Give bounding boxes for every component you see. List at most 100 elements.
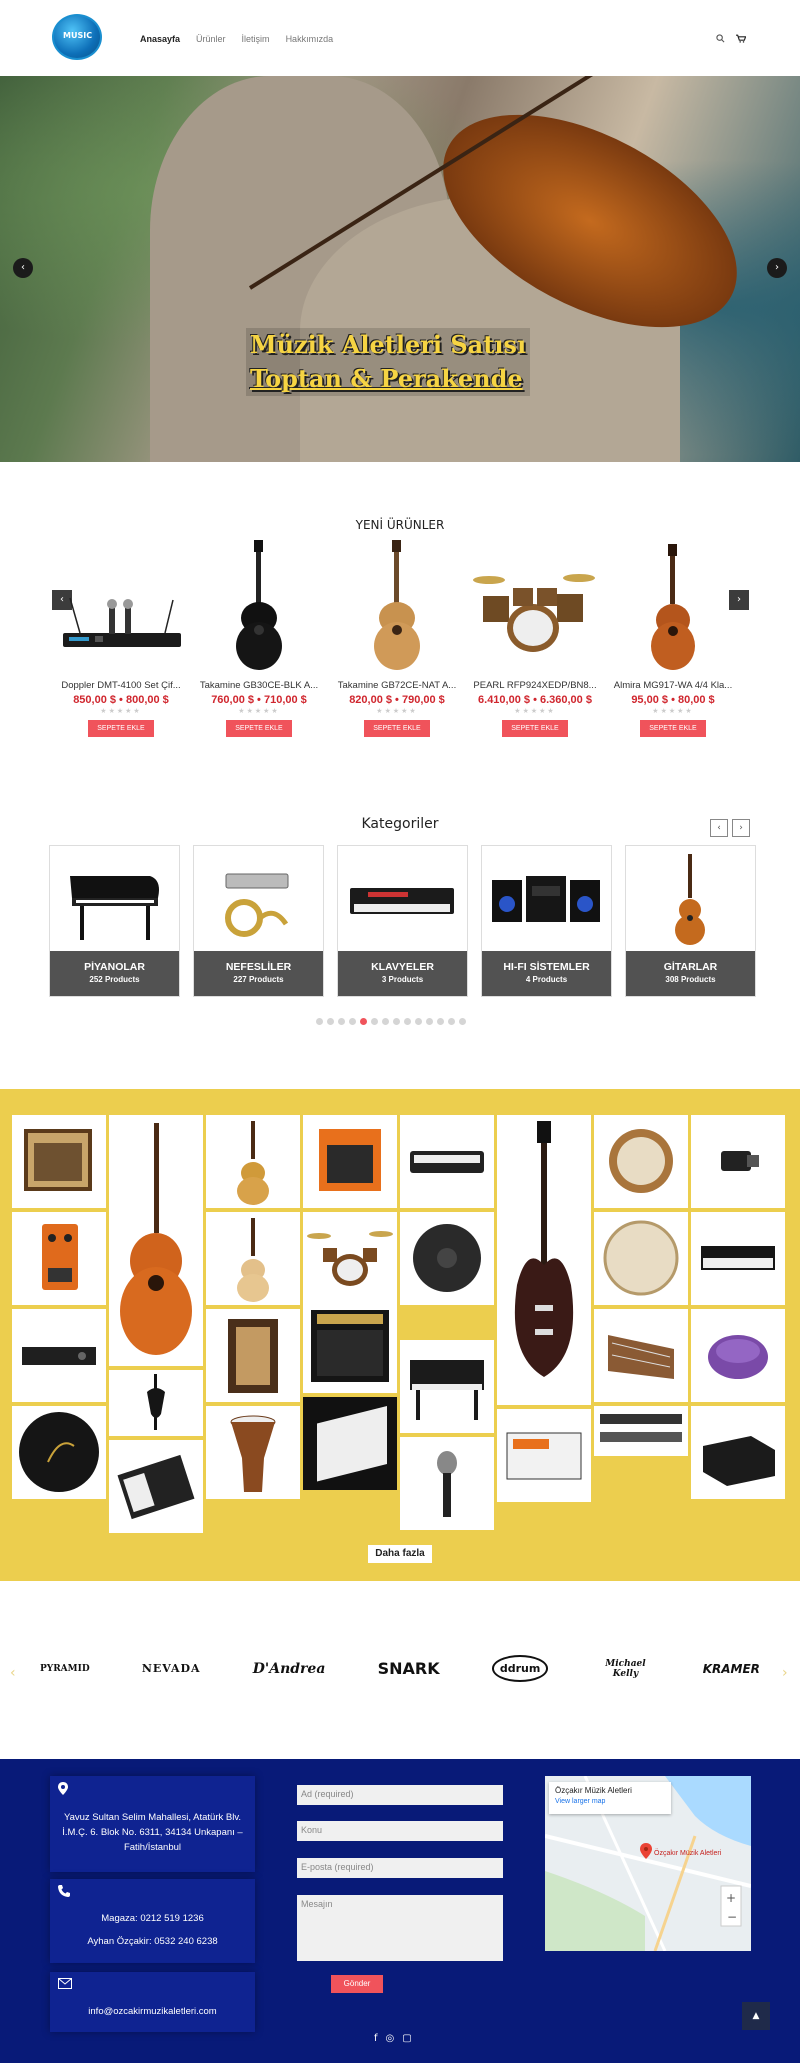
mobile-phone[interactable]: Ayhan Özçakir: 0532 240 6238 — [60, 1934, 245, 1949]
gallery-tile-djembe[interactable] — [206, 1406, 300, 1499]
site-logo[interactable]: MUSIC — [52, 14, 102, 60]
gallery-tile-tambourine[interactable] — [594, 1115, 688, 1208]
categories-next-button[interactable]: › — [732, 819, 750, 837]
product-image[interactable] — [469, 538, 601, 678]
gallery-tile-digital-piano[interactable] — [400, 1340, 494, 1433]
carousel-dot[interactable] — [437, 1018, 444, 1025]
send-button[interactable]: Gönder — [331, 1975, 383, 1993]
hero-next-button[interactable]: › — [767, 258, 787, 278]
gallery-tile-microphone[interactable] — [400, 1437, 494, 1530]
message-field[interactable]: Mesajın — [297, 1895, 503, 1961]
product-name[interactable]: Takamine GB30CE-BLK A... — [193, 680, 325, 691]
category-card[interactable]: NEFESLİLER 227 Products — [193, 845, 324, 997]
product-card[interactable]: Takamine GB72CE-NAT A... 820,00 $ • 790,… — [331, 538, 463, 758]
carousel-dot[interactable] — [327, 1018, 334, 1025]
gallery-tile-rack-unit[interactable] — [594, 1406, 688, 1456]
carousel-dot[interactable] — [316, 1018, 323, 1025]
carousel-dot[interactable] — [338, 1018, 345, 1025]
category-card[interactable]: PİYANOLAR 252 Products — [49, 845, 180, 997]
gallery-tile-accordion[interactable] — [109, 1440, 203, 1533]
nav-item-products[interactable]: Ürünler — [196, 34, 226, 44]
instagram-icon[interactable]: ▢ — [402, 2033, 411, 2044]
gallery-tile-electric-violin[interactable] — [109, 1370, 203, 1436]
gallery-tile-receiver[interactable] — [12, 1309, 106, 1402]
store-phone[interactable]: Magaza: 0212 519 1236 — [60, 1911, 245, 1926]
gallery-tile-piano-keys[interactable] — [303, 1397, 397, 1490]
category-card[interactable]: HI-FI SİSTEMLER 4 Products — [481, 845, 612, 997]
product-card[interactable]: Doppler DMT-4100 Set Çif... 850,00 $ • 8… — [55, 538, 187, 758]
gallery-tile-acoustic-guitar[interactable] — [206, 1115, 300, 1208]
gallery-tile-tongue-drum[interactable] — [691, 1309, 785, 1402]
add-to-cart-button[interactable]: SEPETE EKLE — [364, 720, 430, 737]
nav-item-contact[interactable]: İletişim — [242, 34, 270, 44]
gallery-tile-classical-guitar[interactable] — [109, 1115, 203, 1366]
gallery-tile-orange-head[interactable] — [497, 1409, 591, 1502]
category-card[interactable]: GİTARLAR 308 Products — [625, 845, 756, 997]
nav-item-home[interactable]: Anasayfa — [140, 34, 180, 44]
scroll-to-top-button[interactable]: ▲ — [742, 2002, 770, 2030]
gallery-tile-orange-amp[interactable] — [303, 1115, 397, 1208]
carousel-dot[interactable] — [404, 1018, 411, 1025]
brands-next-button[interactable]: › — [782, 1665, 788, 1681]
product-card[interactable]: PEARL RFP924XEDP/BN8... 6.410,00 $ • 6.3… — [469, 538, 601, 758]
product-image[interactable] — [193, 538, 325, 678]
carousel-dot[interactable] — [459, 1018, 466, 1025]
gallery-tile-electric-guitar[interactable] — [497, 1115, 591, 1405]
gallery-tile-bendir[interactable] — [594, 1212, 688, 1305]
hero-prev-button[interactable]: ‹ — [13, 258, 33, 278]
gallery-tile-kanun[interactable] — [594, 1309, 688, 1402]
product-name[interactable]: Takamine GB72CE-NAT A... — [331, 680, 463, 691]
cart-icon[interactable] — [736, 34, 747, 46]
add-to-cart-button[interactable]: SEPETE EKLE — [226, 720, 292, 737]
carousel-dot[interactable] — [448, 1018, 455, 1025]
gallery-tile-wireless-pack[interactable] — [691, 1115, 785, 1208]
product-name[interactable]: Almira MG917-WA 4/4 Kla... — [607, 680, 739, 691]
brand-logo[interactable]: NEVADA — [142, 1662, 201, 1675]
gallery-tile-cajon-box[interactable] — [691, 1406, 785, 1499]
carousel-dot[interactable] — [349, 1018, 356, 1025]
categories-prev-button[interactable]: ‹ — [710, 819, 728, 837]
product-card[interactable]: Almira MG917-WA 4/4 Kla... 95,00 $ • 80,… — [607, 538, 739, 758]
facebook-icon[interactable]: f — [374, 2033, 378, 2044]
brand-logo[interactable]: Michael Kelly — [601, 1659, 651, 1679]
carousel-dot[interactable] — [415, 1018, 422, 1025]
product-image[interactable] — [331, 538, 463, 678]
map-larger-link[interactable]: View larger map — [555, 1798, 665, 1805]
product-name[interactable]: Doppler DMT-4100 Set Çif... — [55, 680, 187, 691]
gallery-tile-handpan[interactable] — [400, 1212, 494, 1305]
add-to-cart-button[interactable]: SEPETE EKLE — [640, 720, 706, 737]
gallery-tile-marshall-amp[interactable] — [303, 1300, 397, 1393]
gallery-tile-keyboard[interactable] — [691, 1212, 785, 1305]
carousel-dot[interactable] — [371, 1018, 378, 1025]
category-card[interactable]: KLAVYELER 3 Products — [337, 845, 468, 997]
brand-logo[interactable]: SNARK — [378, 1659, 440, 1678]
location-map[interactable]: + − Özçakır Müzik Aletleri View larger m… — [545, 1776, 751, 1951]
carousel-dot[interactable] — [393, 1018, 400, 1025]
email-text[interactable]: info@ozcakirmuzikaletleri.com — [60, 2004, 245, 2019]
carousel-dot[interactable] — [426, 1018, 433, 1025]
carousel-dot[interactable] — [382, 1018, 389, 1025]
product-image[interactable] — [607, 538, 739, 678]
product-image[interactable] — [55, 538, 187, 678]
gallery-tile-cajon[interactable] — [206, 1309, 300, 1402]
gallery-tile-amplifier[interactable] — [12, 1115, 106, 1208]
nav-item-about[interactable]: Hakkımızda — [286, 34, 334, 44]
add-to-cart-button[interactable]: SEPETE EKLE — [502, 720, 568, 737]
gallery-tile-drum-kit[interactable] — [303, 1212, 397, 1305]
gallery-tile-electro-acoustic-guitar[interactable] — [206, 1212, 300, 1305]
carousel-dot-active[interactable] — [360, 1018, 367, 1025]
name-field[interactable]: Ad (required) — [297, 1785, 503, 1805]
brand-logo[interactable]: PYRAMID — [40, 1664, 90, 1674]
search-icon[interactable] — [716, 34, 725, 46]
add-to-cart-button[interactable]: SEPETE EKLE — [88, 720, 154, 737]
brand-logo[interactable]: KRAMER — [703, 1662, 760, 1676]
more-button[interactable]: Daha fazla — [368, 1545, 432, 1563]
gallery-tile-melodica[interactable] — [400, 1115, 494, 1208]
product-name[interactable]: PEARL RFP924XEDP/BN8... — [469, 680, 601, 691]
brands-prev-button[interactable]: ‹ — [10, 1665, 16, 1681]
product-card[interactable]: Takamine GB30CE-BLK A... 760,00 $ • 710,… — [193, 538, 325, 758]
brand-logo[interactable]: ddrum — [491, 1655, 549, 1682]
whatsapp-icon[interactable]: ◎ — [386, 2033, 395, 2044]
gallery-tile-pedal[interactable] — [12, 1212, 106, 1305]
subject-field[interactable]: Konu — [297, 1821, 503, 1841]
